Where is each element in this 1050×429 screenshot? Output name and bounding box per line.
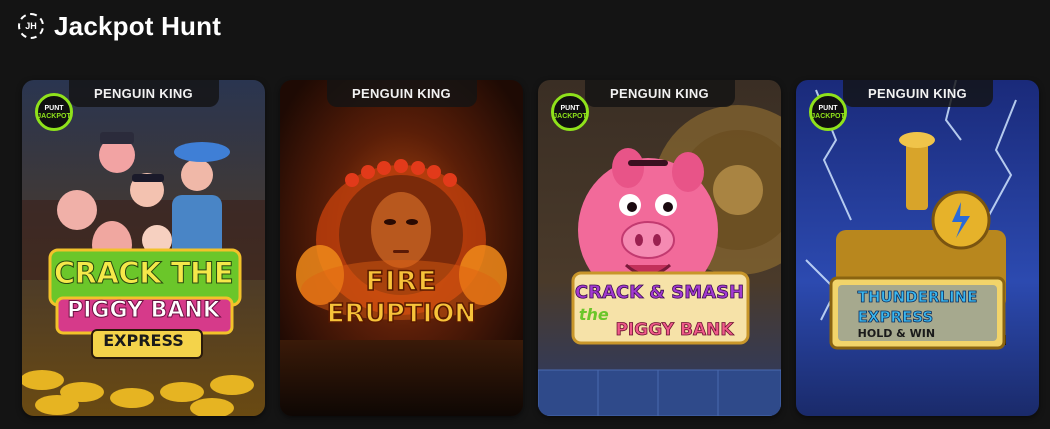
punt-jackpot-badge: PUNT JACKPOT: [35, 93, 73, 131]
jackpot-hunt-icon: JH: [18, 13, 44, 39]
punt-jackpot-badge: PUNT JACKPOT: [551, 93, 589, 131]
game-card-crack-and-smash-the-piggy-bank[interactable]: CRACK & SMASH the PIGGY BANK PUNT JACKPO…: [538, 80, 781, 416]
game-grid: CRACK THE PIGGY BANK EXPRESS PUNT JACKPO…: [22, 80, 1039, 416]
game-thumbnail: [280, 80, 523, 416]
provider-label: PENGUIN KING: [842, 80, 993, 107]
section-title: Jackpot Hunt: [54, 10, 222, 41]
game-logo: CRACK THE PIGGY BANK EXPRESS: [53, 256, 234, 351]
game-logo: FIRE ERUPTION: [326, 265, 477, 330]
section-header: JH Jackpot Hunt: [18, 10, 221, 42]
provider-label: PENGUIN KING: [584, 80, 735, 107]
game-logo: THUNDERLINE EXPRESS HOLD & WIN: [857, 288, 978, 340]
game-logo: CRACK & SMASH the PIGGY BANK: [574, 282, 745, 341]
provider-label: PENGUIN KING: [326, 80, 477, 107]
game-card-crack-the-piggy-bank-express[interactable]: CRACK THE PIGGY BANK EXPRESS PUNT JACKPO…: [22, 80, 265, 416]
game-card-thunderline-express[interactable]: THUNDERLINE EXPRESS HOLD & WIN PUNT JACK…: [796, 80, 1039, 416]
provider-label: PENGUIN KING: [68, 80, 219, 107]
punt-jackpot-badge: PUNT JACKPOT: [809, 93, 847, 131]
game-card-fire-eruption[interactable]: FIRE ERUPTION PENGUIN KING: [280, 80, 523, 416]
